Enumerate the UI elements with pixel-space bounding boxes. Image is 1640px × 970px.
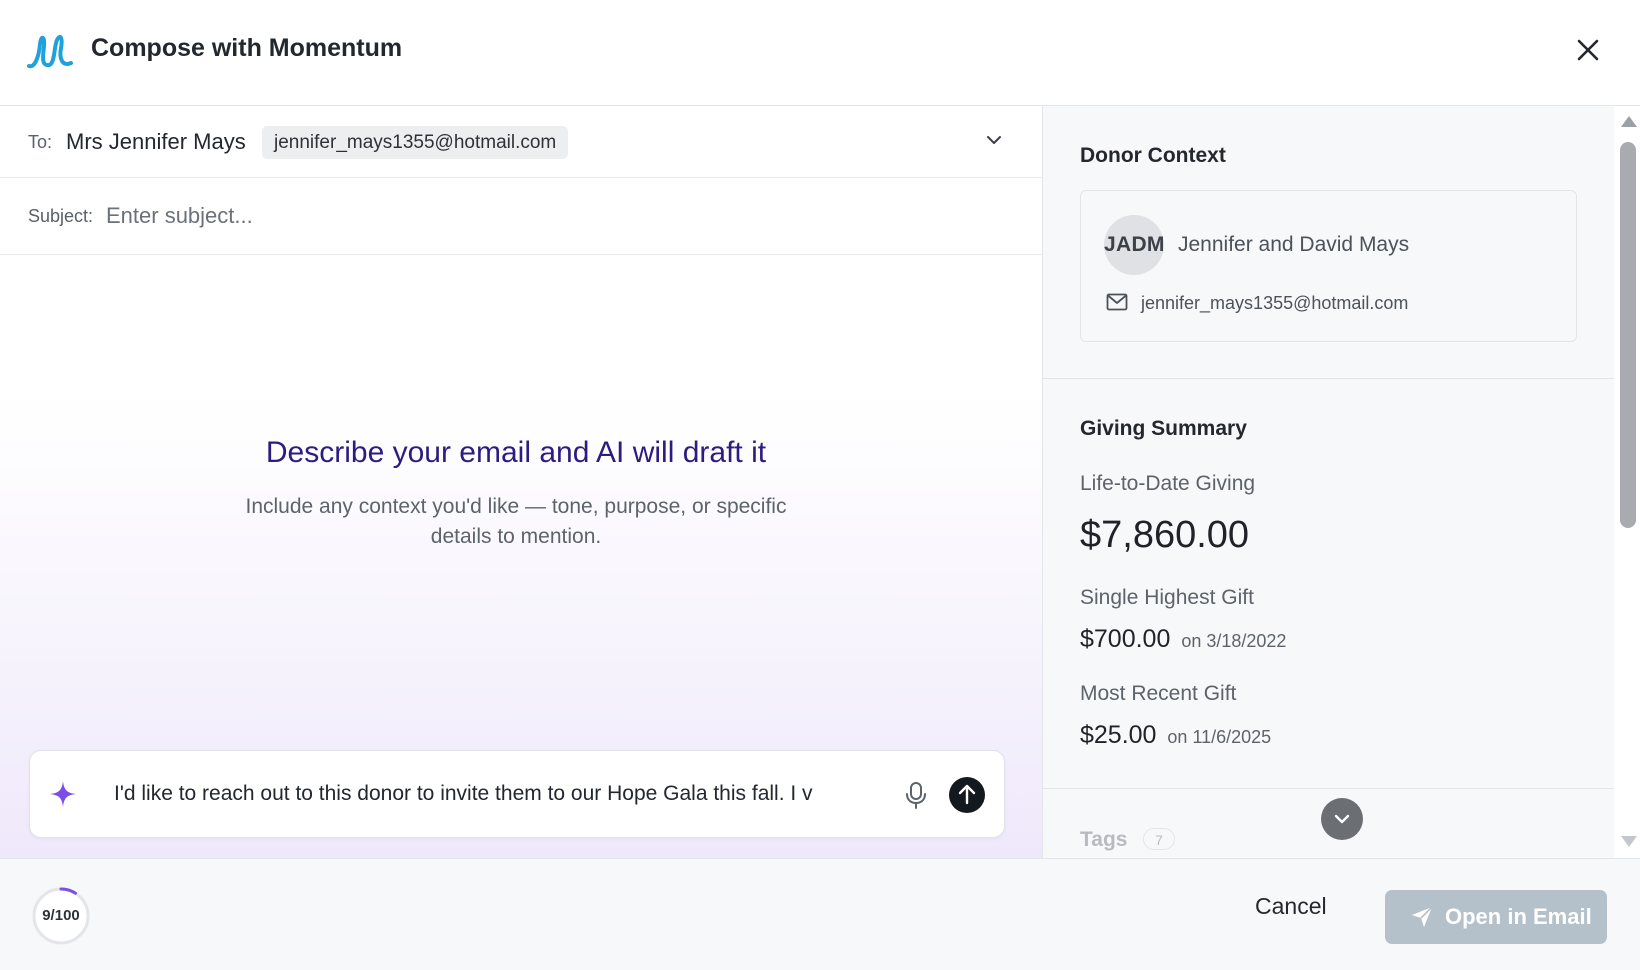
donor-card: JADM Jennifer and David Mays jennifer_ma…	[1080, 190, 1577, 342]
scroll-down-button[interactable]	[1321, 798, 1363, 840]
avatar: JADM	[1104, 215, 1164, 275]
recent-gift-value: $25.00	[1080, 721, 1157, 749]
recipient-name: Mrs Jennifer Mays	[66, 129, 246, 154]
highest-gift-label: Single Highest Gift	[1080, 586, 1254, 609]
microphone-icon[interactable]	[902, 780, 930, 810]
sidebar-scrollbar[interactable]	[1614, 106, 1640, 858]
highest-gift-row: $700.00 on 3/18/2022	[1080, 625, 1286, 654]
open-in-email-button[interactable]: Open in Email	[1385, 890, 1607, 944]
momentum-logo	[27, 34, 73, 69]
cancel-button[interactable]: Cancel	[1255, 893, 1327, 920]
section-divider	[1043, 788, 1614, 789]
lifetime-giving-value: $7,860.00	[1080, 514, 1250, 556]
donor-name: Jennifer and David Mays	[1178, 233, 1410, 256]
donor-context-title: Donor Context	[1080, 144, 1226, 167]
recent-gift-label: Most Recent Gift	[1080, 682, 1237, 705]
tags-title[interactable]: Tags	[1080, 828, 1127, 852]
chevron-down-icon	[1334, 814, 1350, 824]
open-in-email-label: Open in Email	[1445, 904, 1592, 929]
tags-count-badge: 7	[1143, 828, 1175, 850]
prompt-subtitle: Include any context you'd like — tone, p…	[245, 495, 787, 548]
recipient-row: To: Mrs Jennifer Mays jennifer_mays1355@…	[0, 106, 1042, 178]
subject-row: Subject:	[0, 178, 1042, 255]
dialog-title: Compose with Momentum	[91, 34, 403, 62]
scroll-down-arrow[interactable]	[1621, 836, 1637, 847]
donor-email: jennifer_mays1355@hotmail.com	[1141, 293, 1409, 313]
prompt-title: Describe your email and AI will draft it	[265, 436, 767, 469]
highest-gift-date: on 3/18/2022	[1181, 631, 1287, 651]
subject-label: Subject:	[28, 206, 94, 226]
close-icon[interactable]	[1571, 33, 1605, 67]
recipient-email-chip[interactable]: jennifer_mays1355@hotmail.com	[262, 126, 569, 159]
highest-gift-value: $700.00	[1080, 625, 1171, 653]
giving-summary-title: Giving Summary	[1080, 417, 1247, 440]
ai-prompt-box	[29, 750, 1005, 838]
recent-gift-row: $25.00 on 11/6/2025	[1080, 721, 1271, 750]
mail-icon	[1106, 293, 1128, 311]
character-counter: 9/100	[42, 907, 80, 924]
section-divider	[1043, 378, 1614, 379]
send-button[interactable]	[949, 777, 985, 813]
lifetime-giving-label: Life-to-Date Giving	[1080, 472, 1256, 495]
dialog-footer: 9/100 Cancel Open in Email	[0, 858, 1640, 970]
ai-prompt-input[interactable]	[114, 773, 890, 815]
dialog-header: Compose with Momentum	[0, 0, 1640, 106]
donor-sidebar: Donor Context JADM Jennifer and David Ma…	[1043, 106, 1614, 858]
scroll-up-arrow[interactable]	[1621, 116, 1637, 127]
sparkle-icon	[50, 781, 76, 807]
scroll-thumb[interactable]	[1620, 142, 1636, 528]
to-label: To:	[28, 132, 53, 152]
arrow-up-icon	[958, 784, 976, 805]
recent-gift-date: on 11/6/2025	[1167, 727, 1272, 747]
send-icon	[1412, 906, 1433, 927]
compose-panel: To: Mrs Jennifer Mays jennifer_mays1355@…	[0, 106, 1043, 858]
subject-input[interactable]	[106, 196, 986, 236]
chevron-down-icon[interactable]	[984, 130, 1004, 150]
